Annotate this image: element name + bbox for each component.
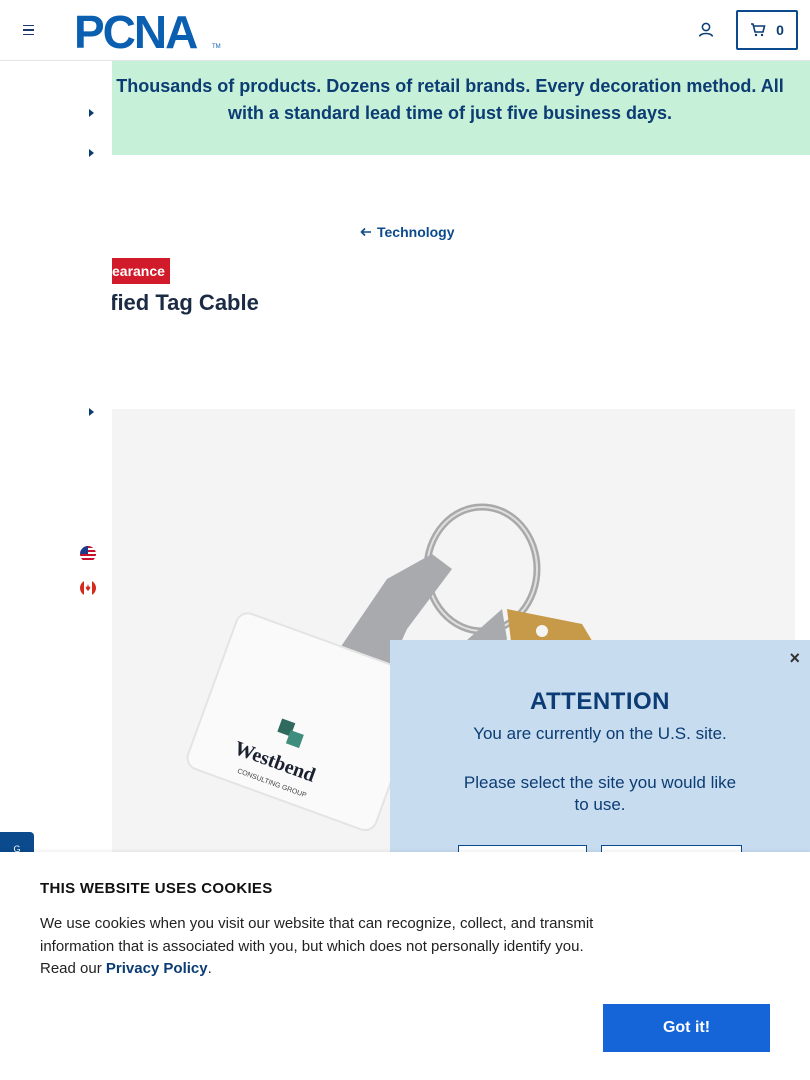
accept-cookies-button[interactable]: Got it! (603, 1004, 770, 1052)
cart-button[interactable]: 0 (736, 10, 798, 50)
svg-text:PCNA: PCNA (74, 8, 197, 52)
caret-right-icon[interactable] (86, 107, 96, 119)
promo-banner-text: Thousands of products. Dozens of retail … (116, 76, 784, 123)
svg-text:TM: TM (212, 44, 221, 50)
cart-count: 0 (776, 22, 784, 38)
modal-instruction-text: Please select the site you would like to… (463, 773, 737, 814)
arrow-left-icon (360, 227, 371, 237)
product-title-text: ified Tag Cable (104, 290, 259, 315)
cookie-title: THIS WEBSITE USES COOKIES (40, 880, 273, 897)
close-icon[interactable]: × (789, 648, 800, 669)
modal-current-site-text: You are currently on the U.S. site. (473, 724, 727, 743)
breadcrumb-label: Technology (377, 224, 455, 240)
site-select-modal: × ATTENTION You are currently on the U.S… (390, 640, 810, 885)
cookie-banner: THIS WEBSITE USES COOKIES We use cookies… (0, 852, 810, 1080)
hamburger-menu-icon[interactable] (18, 20, 38, 40)
breadcrumb-back-link[interactable]: Technology (360, 224, 455, 240)
cart-icon (751, 23, 766, 37)
cookie-text: We use cookies when you visit our websit… (40, 913, 610, 981)
product-title: ified Tag Cable (104, 290, 259, 316)
canada-flag-icon[interactable] (80, 580, 96, 596)
modal-title: ATTENTION (529, 688, 671, 715)
pcna-logo[interactable]: PCNA TM (74, 8, 224, 52)
account-icon[interactable] (696, 20, 716, 40)
site-header: PCNA TM 0 (0, 0, 810, 61)
us-flag-icon[interactable] (80, 546, 96, 562)
page: PCNA TM 0 Thousands of products. Dozens … (0, 0, 810, 1080)
caret-right-icon[interactable] (86, 406, 96, 418)
caret-right-icon[interactable] (86, 147, 96, 159)
privacy-policy-link[interactable]: Privacy Policy (106, 960, 208, 977)
clearance-badge-label: earance (112, 263, 165, 279)
cookie-body-end: . (207, 960, 212, 977)
